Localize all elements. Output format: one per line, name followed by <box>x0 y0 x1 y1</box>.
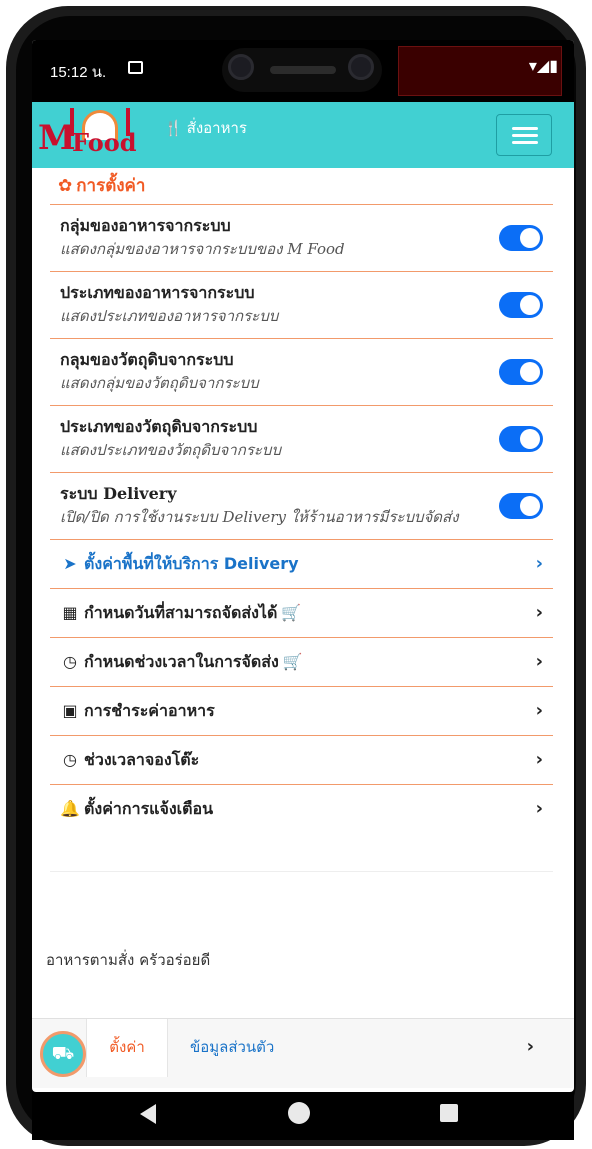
bottom-bar: ⛟ ตั้งค่า ข้อมูลส่วนตัว › <box>32 1018 574 1088</box>
menu-bar-icon <box>512 141 538 144</box>
basket-icon: ⛟ <box>51 1043 75 1064</box>
nav-item-label: กำหนดวันที่สามารถจัดส่งได้ <box>84 603 278 622</box>
switch-knob <box>520 295 540 315</box>
nav-item-label: ตั้งค่าพื้นที่ให้บริการ Delivery <box>84 554 299 573</box>
delivery-area-settings-link[interactable]: ➤ ตั้งค่าพื้นที่ให้บริการ Delivery › <box>50 540 553 589</box>
ingredient-types-switch[interactable] <box>499 426 543 452</box>
switch-knob <box>520 429 540 449</box>
toggle-row-ingredient-types: ประเภทของวัตถุดิบจากระบบ แสดงประเภทของวั… <box>50 406 553 473</box>
ingredient-groups-switch[interactable] <box>499 359 543 385</box>
toggle-row-food-types: ประเภทของอาหารจากระบบ แสดงประเภทของอาหาร… <box>50 272 553 339</box>
app-bar: M Food 🍴 สั่งอาหาร <box>32 102 574 168</box>
chevron-right-icon: › <box>535 700 543 721</box>
menu-bar-icon <box>512 127 538 130</box>
clock-icon: ◷ <box>63 652 77 671</box>
toggle-subtitle: แสดงประเภทของอาหารจากระบบ <box>60 307 279 325</box>
status-time: 15:12 น. <box>50 64 107 81</box>
tab-profile[interactable]: ข้อมูลส่วนตัว <box>190 1019 274 1077</box>
toggle-title: ประเภทของวัตถุดิบจากระบบ <box>60 417 258 436</box>
switch-knob <box>520 228 540 248</box>
utensils-icon: 🍴 <box>164 119 183 137</box>
logo-word-food: Food <box>72 128 137 157</box>
logo-letter-m: M <box>38 118 76 158</box>
cart-icon: 🛒 <box>281 603 302 622</box>
home-icon[interactable] <box>288 1102 310 1124</box>
switch-knob <box>520 362 540 382</box>
gear-icon: ✿ <box>58 176 73 196</box>
system-status-icons: ▾◢▮ <box>528 56 558 75</box>
toggle-row-ingredient-groups: กลุมของวัตถุดิบจากระบบ แสดงกลุ่มของวัตถุ… <box>50 339 553 406</box>
menu-bar-icon <box>512 134 538 137</box>
delivery-time-link[interactable]: ◷ กำหนดช่วงเวลาในการจัดส่ง 🛒 › <box>50 638 553 687</box>
settings-content: ✿ การตั้งค่า กลุ่มของอาหารจากระบบ แสดงกลุ… <box>50 168 553 872</box>
app-screen: 15:12 น. ▾◢▮ M Food 🍴 สั่งอาหาร ✿ การตั้งค… <box>32 40 574 1092</box>
hamburger-menu-button[interactable] <box>496 114 552 156</box>
toggle-subtitle: แสดงกลุ่มของวัตถุดิบจากระบบ <box>60 374 259 392</box>
divider <box>50 871 553 872</box>
delivery-switch[interactable] <box>499 493 543 519</box>
tab-settings[interactable]: ตั้งค่า <box>86 1019 168 1077</box>
message-icon <box>128 61 143 74</box>
settings-heading-label: การตั้งค่า <box>76 176 146 196</box>
toggle-title: ระบบ Delivery <box>60 484 177 503</box>
chevron-right-icon: › <box>535 553 543 574</box>
basket-button[interactable]: ⛟ <box>40 1031 86 1077</box>
chevron-right-icon: › <box>535 798 543 819</box>
chevron-right-icon[interactable]: › <box>527 1019 534 1075</box>
food-groups-switch[interactable] <box>499 225 543 251</box>
clock-icon: ◷ <box>63 750 77 769</box>
settings-heading: ✿ การตั้งค่า <box>50 168 553 205</box>
order-food-label: สั่งอาหาร <box>186 119 247 137</box>
payment-link[interactable]: ▣ การชำระค่าอาหาร › <box>50 687 553 736</box>
front-camera-icon <box>228 54 254 80</box>
toggle-row-food-groups: กลุ่มของอาหารจากระบบ แสดงกลุ่มของอาหารจา… <box>50 205 553 272</box>
nav-item-label: กำหนดช่วงเวลาในการจัดส่ง <box>84 652 279 671</box>
food-types-switch[interactable] <box>499 292 543 318</box>
back-icon[interactable] <box>140 1104 156 1124</box>
toggle-subtitle: แสดงกลุ่มของอาหารจากระบบของ M Food <box>60 240 345 258</box>
toggle-row-delivery: ระบบ Delivery เปิด/ปิด การใช้งานระบบ Del… <box>50 473 553 540</box>
chevron-right-icon: › <box>535 749 543 770</box>
order-food-link[interactable]: 🍴 สั่งอาหาร <box>164 116 247 140</box>
system-navigation-bar <box>32 1092 574 1140</box>
nav-item-label: การชำระค่าอาหาร <box>84 701 215 720</box>
toggle-title: กลุ่มของอาหารจากระบบ <box>60 216 231 235</box>
calendar-icon: ▦ <box>62 603 78 622</box>
bell-icon: 🔔 <box>60 799 80 818</box>
nav-item-label: ตั้งค่าการแจ้งเตือน <box>84 799 214 818</box>
notification-settings-link[interactable]: 🔔 ตั้งค่าการแจ้งเตือน › <box>50 785 553 833</box>
toggle-title: ประเภทของอาหารจากระบบ <box>60 283 255 302</box>
money-icon: ▣ <box>62 701 78 720</box>
location-arrow-icon: ➤ <box>63 554 77 573</box>
speaker-grille <box>270 66 336 74</box>
chevron-right-icon: › <box>535 602 543 623</box>
toggle-subtitle: แสดงประเภทของวัตถุดิบจากระบบ <box>60 441 281 459</box>
restaurant-name: อาหารตามสั่ง ครัวอร่อยดี <box>46 951 211 969</box>
nav-item-label: ช่วงเวลาจองโต๊ะ <box>84 750 200 769</box>
table-booking-time-link[interactable]: ◷ ช่วงเวลาจองโต๊ะ › <box>50 736 553 785</box>
switch-knob <box>520 496 540 516</box>
cart-icon: 🛒 <box>282 652 303 671</box>
status-bar: 15:12 น. ▾◢▮ <box>32 40 574 102</box>
recent-apps-icon[interactable] <box>440 1104 458 1122</box>
delivery-days-link[interactable]: ▦ กำหนดวันที่สามารถจัดส่งได้ 🛒 › <box>50 589 553 638</box>
toggle-subtitle: เปิด/ปิด การใช้งานระบบ Delivery ให้ร้านอ… <box>60 508 459 526</box>
mfood-logo[interactable]: M Food <box>38 104 158 164</box>
chevron-right-icon: › <box>535 651 543 672</box>
toggle-title: กลุมของวัตถุดิบจากระบบ <box>60 350 234 369</box>
sensor-icon <box>348 54 374 80</box>
